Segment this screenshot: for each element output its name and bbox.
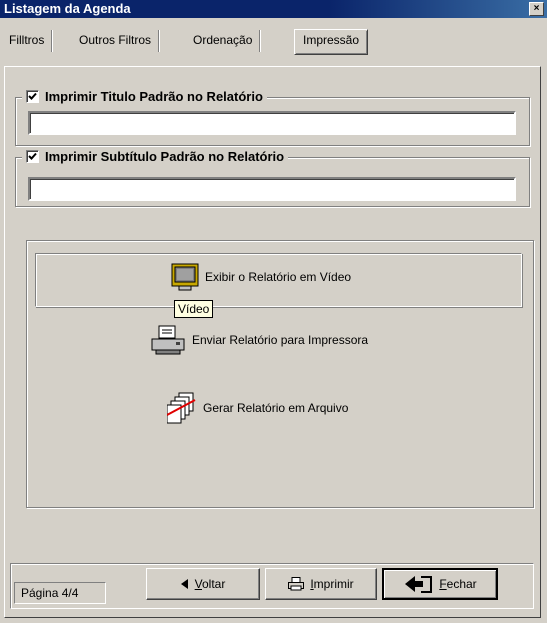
- printer-icon: [150, 325, 186, 355]
- file-action[interactable]: Gerar Relatório em Arquivo: [167, 392, 348, 424]
- title-group: Imprimir Titulo Padrão no Relatório: [15, 89, 530, 146]
- subtitle-checkbox-label[interactable]: Imprimir Subtítulo Padrão no Relatório: [45, 149, 284, 164]
- printer-action[interactable]: Enviar Relatório para Impressora: [150, 325, 368, 355]
- video-action-label[interactable]: Exibir o Relatório em Vídeo: [205, 270, 351, 284]
- printer-small-icon: [288, 577, 305, 591]
- check-icon: [28, 152, 37, 160]
- subtitle-input[interactable]: [28, 177, 516, 201]
- print-button-label: Imprimir: [310, 577, 354, 591]
- tab-ordenacao[interactable]: Ordenação: [186, 30, 261, 52]
- title-input[interactable]: [28, 111, 516, 135]
- printer-action-label[interactable]: Enviar Relatório para Impressora: [192, 333, 368, 347]
- back-button-label: Voltar: [194, 577, 226, 591]
- file-action-label[interactable]: Gerar Relatório em Arquivo: [203, 401, 348, 415]
- title-checkbox-label[interactable]: Imprimir Titulo Padrão no Relatório: [45, 89, 263, 104]
- exit-door-icon: [403, 574, 433, 594]
- subtitle-group: Imprimir Subtítulo Padrão no Relatório: [15, 149, 530, 207]
- tab-impressao[interactable]: Impressão: [294, 29, 369, 55]
- monitor-icon: [171, 263, 199, 291]
- tab-outros-filtros[interactable]: Outros Filtros: [72, 30, 160, 52]
- file-export-icon: [167, 392, 197, 424]
- video-tooltip: Vídeo: [174, 300, 214, 318]
- back-button[interactable]: Voltar: [146, 568, 260, 600]
- tab-strip: Filltros Outros Filtros Ordenação Impres…: [2, 22, 545, 64]
- close-button-label: Fechar: [439, 577, 477, 591]
- arrow-left-icon: [180, 579, 189, 589]
- title-bar: Listagem da Agenda ×: [0, 0, 547, 18]
- close-icon[interactable]: ×: [529, 2, 544, 16]
- subtitle-legend: Imprimir Subtítulo Padrão no Relatório: [22, 149, 289, 164]
- window-title: Listagem da Agenda: [4, 1, 131, 16]
- subtitle-checkbox[interactable]: [26, 150, 39, 163]
- close-button[interactable]: Fechar: [382, 568, 498, 600]
- title-checkbox[interactable]: [26, 90, 39, 103]
- tab-filtros[interactable]: Filltros: [2, 30, 53, 52]
- title-legend: Imprimir Titulo Padrão no Relatório: [22, 89, 267, 104]
- print-button[interactable]: Imprimir: [265, 568, 377, 600]
- page-indicator: Página 4/4: [14, 582, 106, 604]
- video-action[interactable]: Exibir o Relatório em Vídeo: [171, 263, 351, 291]
- check-icon: [28, 92, 37, 100]
